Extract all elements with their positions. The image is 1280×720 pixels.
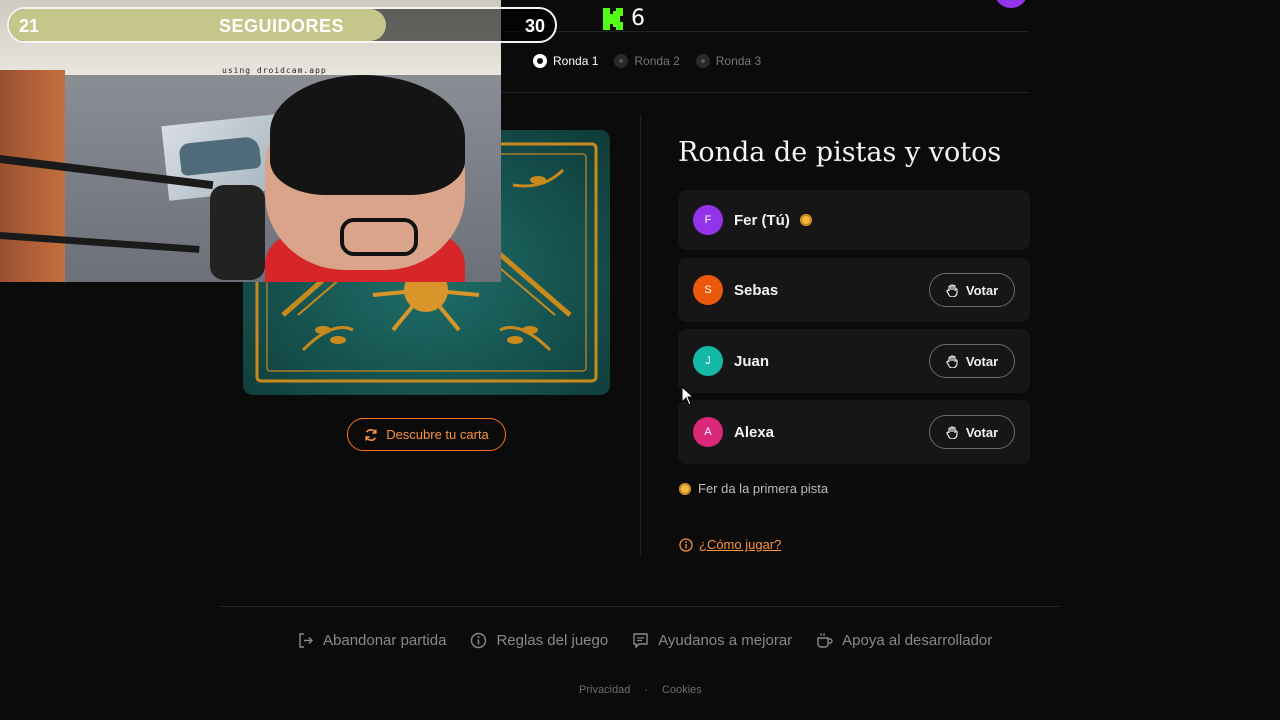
vote-button[interactable]: Votar: [929, 344, 1015, 378]
feedback-icon: [633, 633, 648, 649]
webcam-person-glasses: [340, 218, 418, 256]
footer-links: Abandonar partida Reglas del juego Ayuda…: [297, 632, 992, 649]
round-step-indicator: [695, 54, 710, 68]
vote-label: Votar: [965, 353, 999, 369]
goal-start-value: 21: [19, 16, 40, 36]
round-stepper: Ronda 1 Ronda 2 Ronda 3: [533, 54, 761, 68]
player-name: Fer (Tú): [734, 211, 790, 229]
first-clue-text: Fer da la primera pista: [698, 481, 829, 496]
coffee-icon: [817, 633, 833, 648]
player-row-fer: F Fer (Tú): [678, 190, 1030, 250]
vote-button[interactable]: Votar: [929, 273, 1015, 307]
player-name: Alexa: [734, 423, 775, 441]
how-to-play-link[interactable]: ¿Cómo jugar?: [699, 537, 781, 552]
vote-label: Votar: [965, 282, 999, 298]
webcam-watermark: using droidcam.app: [222, 66, 327, 75]
leave-game-link[interactable]: Abandonar partida: [297, 632, 446, 649]
info-icon: [679, 537, 693, 552]
follower-goal-bar: 21 SEGUIDORES 30: [7, 7, 557, 43]
round-step-3: Ronda 3: [695, 54, 762, 68]
privacy-link[interactable]: Privacidad: [579, 684, 630, 696]
webcam-door: [0, 70, 65, 282]
player-name: Juan: [734, 352, 770, 370]
round-step-2: Ronda 2: [614, 54, 680, 68]
avatar: J: [693, 346, 723, 376]
round-step-indicator: [614, 54, 629, 68]
column-divider: [640, 115, 641, 555]
round-step-label: Ronda 2: [634, 54, 680, 68]
goal-end-value: 30: [524, 16, 545, 36]
goal-label: SEGUIDORES: [219, 16, 345, 36]
footer-link-label: Ayudanos a mejorar: [658, 632, 793, 649]
kick-logo-icon: [603, 7, 623, 30]
game-rules-link[interactable]: Reglas del juego: [470, 632, 608, 649]
exit-icon: [299, 633, 313, 648]
sun-icon: [799, 214, 812, 226]
footer-divider: [220, 606, 1060, 607]
mouse-cursor-icon: [681, 386, 695, 406]
footer-link-label: Reglas del juego: [496, 632, 609, 649]
avatar: F: [693, 205, 723, 235]
player-name: Sebas: [734, 281, 779, 299]
player-row-alexa: A Alexa Votar: [678, 400, 1030, 464]
page-title: Ronda de pistas y votos: [678, 137, 1002, 168]
refresh-icon: [365, 428, 377, 441]
cookies-link[interactable]: Cookies: [662, 684, 702, 696]
player-row-juan: J Juan Votar: [678, 329, 1030, 393]
first-clue-notice: Fer da la primera pista: [679, 481, 828, 496]
vote-button[interactable]: Votar: [929, 415, 1015, 449]
footer-link-label: Abandonar partida: [323, 632, 447, 649]
round-step-1: Ronda 1: [533, 54, 598, 68]
info-icon: [471, 632, 487, 649]
webcam-microphone: [210, 185, 265, 280]
sun-icon: [679, 482, 691, 495]
header-divider: [500, 31, 1029, 32]
hand-icon: [946, 354, 958, 368]
footer-link-label: Apoya al desarrollador: [842, 632, 993, 649]
webcam-person-hair: [270, 75, 465, 195]
user-avatar[interactable]: [994, 0, 1028, 8]
legal-separator: ·: [644, 684, 649, 696]
discover-card-button[interactable]: Descubre tu carta: [347, 418, 506, 451]
kick-viewer-badge: 6: [603, 6, 645, 31]
avatar: S: [693, 275, 723, 305]
support-developer-link[interactable]: Apoya al desarrollador: [816, 632, 992, 649]
player-row-sebas: S Sebas Votar: [678, 258, 1030, 322]
round-step-label: Ronda 1: [553, 54, 599, 68]
feedback-link[interactable]: Ayudanos a mejorar: [632, 632, 792, 649]
legal-links: Privacidad · Cookies: [579, 684, 702, 696]
kick-viewer-count: 6: [631, 6, 645, 31]
round-step-indicator: [533, 54, 547, 68]
rounds-divider: [500, 92, 1029, 93]
vote-label: Votar: [965, 424, 999, 440]
hand-icon: [946, 425, 958, 439]
how-to-play[interactable]: ¿Cómo jugar?: [679, 537, 781, 552]
hand-icon: [946, 283, 958, 297]
avatar: A: [693, 417, 723, 447]
discover-card-label: Descubre tu carta: [386, 427, 489, 442]
round-step-label: Ronda 3: [715, 54, 762, 68]
